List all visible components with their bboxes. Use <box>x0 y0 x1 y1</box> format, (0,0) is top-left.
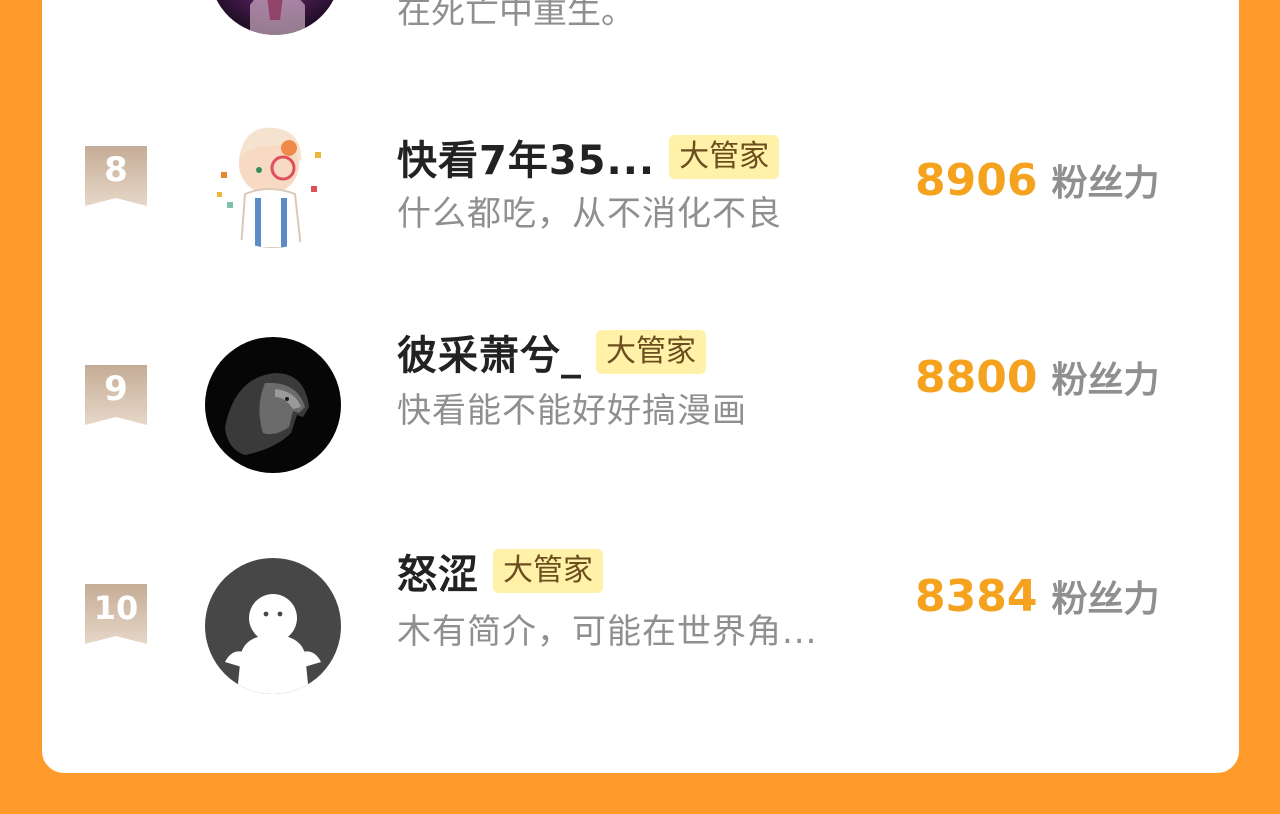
previous-row-bio: 在死亡中重生。 <box>397 0 635 32</box>
user-bio: 木有简介，可能在世界角... <box>397 612 818 652</box>
fan-power-value: 8800 <box>915 352 1038 403</box>
fan-power-unit: 粉丝力 <box>1051 579 1160 620</box>
role-tag: 大管家 <box>596 330 706 374</box>
fan-power-value: 8384 <box>915 571 1038 622</box>
role-tag: 大管家 <box>493 549 603 593</box>
avatar[interactable] <box>205 558 341 694</box>
rank-badge: 9 <box>85 365 147 429</box>
role-tag: 大管家 <box>669 135 780 179</box>
user-name[interactable]: 彼采萧兮_ <box>397 323 582 381</box>
name-line: 快看7年35... 大管家 <box>397 132 780 184</box>
avatar[interactable] <box>210 0 340 35</box>
user-name[interactable]: 怒涩 <box>397 542 479 600</box>
avatar-lion-icon <box>205 337 341 473</box>
user-bio: 快看能不能好好搞漫画 <box>397 391 747 431</box>
avatar[interactable] <box>205 112 341 248</box>
ranking-row[interactable]: 9 彼采萧兮_ 大管家 快看能不能好好搞漫画 8800 粉丝力 <box>42 330 1239 499</box>
user-name[interactable]: 快看7年35... <box>397 128 655 186</box>
name-line: 彼采萧兮_ 大管家 <box>397 327 706 379</box>
rank-number: 8 <box>104 150 128 190</box>
avatar[interactable] <box>205 337 341 473</box>
ranking-card: 在死亡中重生。 8 快看7年35... 大管家 什么都吃，从不消化不良 8906… <box>42 0 1239 773</box>
fan-power-unit: 粉丝力 <box>1051 163 1160 204</box>
ranking-row[interactable]: 8 快看7年35... 大管家 什么都吃，从不消化不良 8906 粉丝力 <box>42 112 1239 280</box>
rank-number: 10 <box>93 589 139 627</box>
fan-power-unit: 粉丝力 <box>1051 360 1160 401</box>
fan-power: 8800 粉丝力 <box>915 351 1159 403</box>
rank-badge: 10 <box>85 584 147 648</box>
ranking-row[interactable]: 10 怒涩 大管家 木有简介，可能在世界角... 8384 粉丝力 <box>42 549 1239 718</box>
fan-power-value: 8906 <box>915 155 1038 206</box>
fan-power: 8906 粉丝力 <box>915 154 1159 206</box>
name-line: 怒涩 大管家 <box>397 546 603 598</box>
avatar-anime-icon <box>205 112 341 248</box>
user-bio: 什么都吃，从不消化不良 <box>397 194 782 234</box>
fan-power: 8384 粉丝力 <box>915 570 1159 622</box>
rank-badge: 8 <box>85 146 147 210</box>
avatar-default-icon <box>205 558 341 694</box>
rank-number: 9 <box>104 369 128 409</box>
